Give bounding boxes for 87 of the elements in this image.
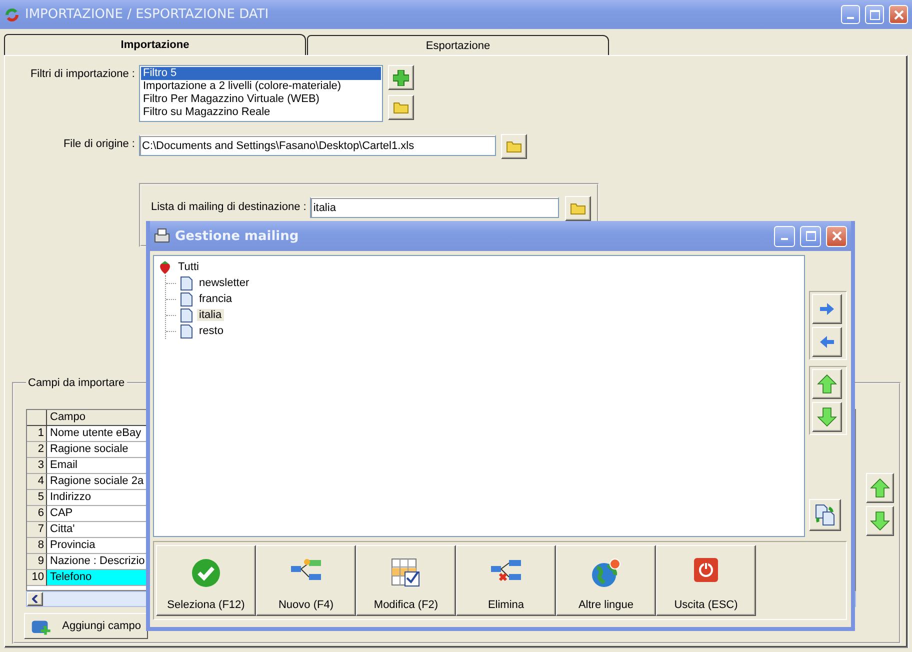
minimize-icon	[847, 16, 854, 18]
folder-icon	[570, 202, 586, 215]
grid-check-icon	[391, 558, 421, 588]
row-number: 5	[27, 490, 47, 506]
add-field-button[interactable]: Aggiungi campo	[24, 613, 148, 639]
tab[interactable]: Importazione	[4, 34, 306, 55]
plus-icon	[393, 70, 409, 86]
tree-item[interactable]: resto	[197, 325, 226, 337]
input-field[interactable]: italia	[310, 197, 560, 218]
refresh-button[interactable]	[809, 499, 842, 531]
close-button[interactable]	[826, 226, 847, 246]
list-item[interactable]: Filtro 5	[141, 67, 381, 80]
arrow-icon	[870, 511, 890, 531]
diagram-delete-icon	[490, 558, 522, 582]
toolbar-button[interactable]: Uscita (ESC)	[656, 545, 756, 616]
diagram-icon	[290, 558, 322, 582]
field-label: Filtri di importazione :	[29, 67, 136, 80]
close-icon	[894, 10, 904, 20]
list-item[interactable]: Importazione a 2 livelli (colore-materiale)	[141, 80, 381, 93]
row-number: 8	[27, 538, 47, 554]
toolbar-button[interactable]: Seleziona (F12)	[156, 545, 256, 616]
minimize-icon	[781, 238, 788, 240]
maximize-icon	[806, 231, 816, 241]
row-number: 9	[27, 554, 47, 570]
dialog-title: Gestione mailing	[175, 228, 300, 244]
tree-item[interactable]: italia	[197, 309, 224, 321]
documents-refresh-icon	[814, 504, 836, 526]
arrow-icon	[870, 478, 890, 498]
document-icon	[180, 308, 193, 322]
header-corner-cell	[27, 410, 47, 426]
tree-item[interactable]: francia	[197, 293, 234, 305]
folder-icon	[393, 101, 409, 114]
chevron-icon	[32, 595, 38, 603]
list-item[interactable]: Filtro Per Magazzino Virtuale (WEB)	[141, 93, 381, 106]
document-icon	[180, 292, 193, 306]
folder-icon	[506, 140, 522, 153]
minimize-button[interactable]	[774, 226, 795, 246]
move-right-button[interactable]	[812, 294, 842, 324]
arrow-icon	[817, 374, 838, 394]
open-folder-button[interactable]	[388, 95, 414, 120]
move-down-button[interactable]	[866, 506, 894, 536]
maximize-button[interactable]	[800, 226, 821, 246]
document-icon	[180, 324, 193, 338]
filter-list[interactable]: Filtro 5 Importazione a 2 livelli (colore-materiale) Filtro Per Magazzino Virtuale (WEB) Filtro su Magazzino Reale	[139, 65, 383, 122]
list-item[interactable]: Filtro su Magazzino Reale	[141, 106, 381, 119]
row-number: 7	[27, 522, 47, 538]
strawberry-icon	[158, 260, 172, 274]
move-down-button[interactable]	[812, 402, 842, 432]
close-icon	[832, 231, 842, 241]
add-button[interactable]	[388, 65, 414, 90]
arrow-icon	[820, 336, 834, 348]
tree-item[interactable]: newsletter	[197, 277, 252, 289]
globe-icon	[591, 558, 621, 588]
checkmark-icon	[191, 558, 221, 588]
close-button[interactable]	[889, 5, 908, 24]
move-left-button[interactable]	[812, 327, 842, 357]
toolbar-button[interactable]: Altre lingue	[556, 545, 656, 616]
maximize-icon	[870, 10, 880, 20]
tree-item[interactable]: Tutti	[176, 261, 201, 273]
group-title: Campi da importare	[27, 377, 126, 389]
row-number: 10	[27, 570, 47, 586]
move-up-button[interactable]	[866, 473, 894, 503]
minimize-button[interactable]	[841, 5, 860, 24]
row-number: 2	[27, 442, 47, 458]
power-icon	[694, 558, 718, 582]
field-label: File di origine :	[62, 137, 136, 150]
scroll-left-button[interactable]	[27, 592, 43, 606]
toolbar-button[interactable]: Elimina	[456, 545, 556, 616]
browse-button[interactable]	[565, 196, 592, 221]
printer-icon	[154, 228, 170, 244]
row-number: 4	[27, 474, 47, 490]
row-number: 6	[27, 506, 47, 522]
arrow-icon	[817, 407, 838, 427]
move-up-button[interactable]	[812, 369, 842, 399]
row-number: 1	[27, 426, 47, 442]
browse-button[interactable]	[501, 134, 527, 159]
maximize-button[interactable]	[865, 5, 884, 24]
document-icon	[180, 276, 193, 290]
input-field[interactable]: C:\Documents and Settings\Fasano\Desktop\Cartel1.xls	[139, 135, 496, 156]
toolbar-button[interactable]: Nuovo (F4)	[256, 545, 356, 616]
field-label: Lista di mailing di destinazione :	[151, 200, 306, 213]
row-number: 3	[27, 458, 47, 474]
tab[interactable]: Esportazione	[307, 35, 609, 56]
toolbar-button[interactable]: Modifica (F2)	[356, 545, 456, 616]
app-icon	[4, 6, 20, 22]
arrow-icon	[820, 303, 834, 315]
window-title: IMPORTAZIONE / ESPORTAZIONE DATI	[25, 7, 270, 22]
